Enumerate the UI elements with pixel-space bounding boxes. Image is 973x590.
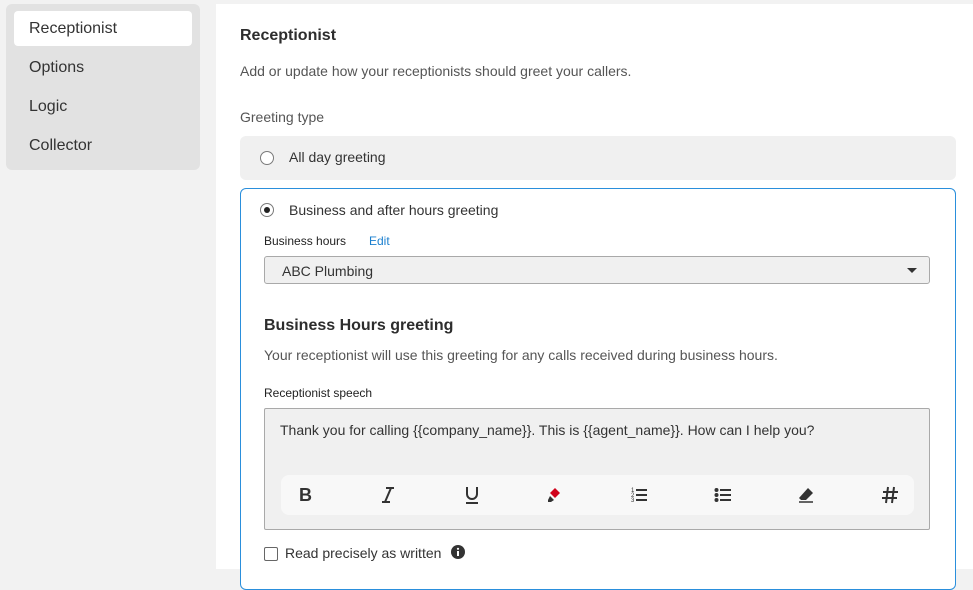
hashtag-icon[interactable] — [876, 483, 904, 507]
receptionist-speech-editor[interactable]: Thank you for calling {{company_name}}. … — [264, 408, 930, 530]
receptionist-speech-text[interactable]: Thank you for calling {{company_name}}. … — [280, 422, 814, 438]
business-hours-greeting-title: Business Hours greeting — [264, 317, 454, 334]
read-precisely-label: Read precisely as written — [285, 545, 442, 561]
sidebar-item-options[interactable]: Options — [14, 50, 192, 85]
business-hours-greeting-description: Your receptionist will use this greeting… — [264, 347, 778, 363]
business-hours-greeting-option[interactable]: Business and after hours greeting Busine… — [240, 188, 956, 590]
chevron-down-icon — [907, 268, 917, 273]
edit-business-hours-link[interactable]: Edit — [369, 234, 390, 248]
greeting-type-label: Greeting type — [240, 109, 325, 125]
sidebar-item-logic[interactable]: Logic — [14, 89, 192, 124]
all-day-greeting-label: All day greeting — [289, 149, 386, 165]
eraser-icon[interactable] — [792, 483, 820, 507]
svg-text:B: B — [299, 486, 312, 504]
business-hours-greeting-radio[interactable] — [260, 203, 274, 217]
main-panel: Receptionist Add or update how your rece… — [216, 4, 973, 590]
sidebar-item-collector[interactable]: Collector — [14, 128, 192, 163]
italic-icon[interactable] — [374, 483, 402, 507]
bold-icon[interactable]: B — [291, 483, 319, 507]
editor-toolbar: B 123 — [281, 475, 914, 515]
business-hours-selected-value: ABC Plumbing — [282, 263, 374, 279]
read-precisely-checkbox[interactable] — [264, 547, 278, 561]
business-hours-select[interactable]: ABC Plumbing — [264, 256, 930, 284]
info-icon[interactable] — [451, 545, 465, 564]
svg-text:3: 3 — [631, 498, 635, 504]
all-day-greeting-option[interactable]: All day greeting — [240, 136, 956, 180]
business-hours-greeting-label: Business and after hours greeting — [289, 202, 499, 218]
sidebar: Receptionist Options Logic Collector — [6, 4, 200, 170]
business-hours-label: Business hours — [264, 234, 347, 248]
highlight-icon[interactable] — [541, 483, 569, 507]
sidebar-item-receptionist[interactable]: Receptionist — [14, 11, 192, 46]
underline-icon[interactable] — [458, 483, 486, 507]
bullet-list-icon[interactable] — [709, 483, 737, 507]
page-title: Receptionist — [240, 27, 337, 44]
all-day-greeting-radio[interactable] — [260, 151, 274, 165]
receptionist-speech-label: Receptionist speech — [264, 386, 373, 400]
ordered-list-icon[interactable]: 123 — [625, 483, 653, 507]
page-description: Add or update how your receptionists sho… — [240, 63, 632, 79]
